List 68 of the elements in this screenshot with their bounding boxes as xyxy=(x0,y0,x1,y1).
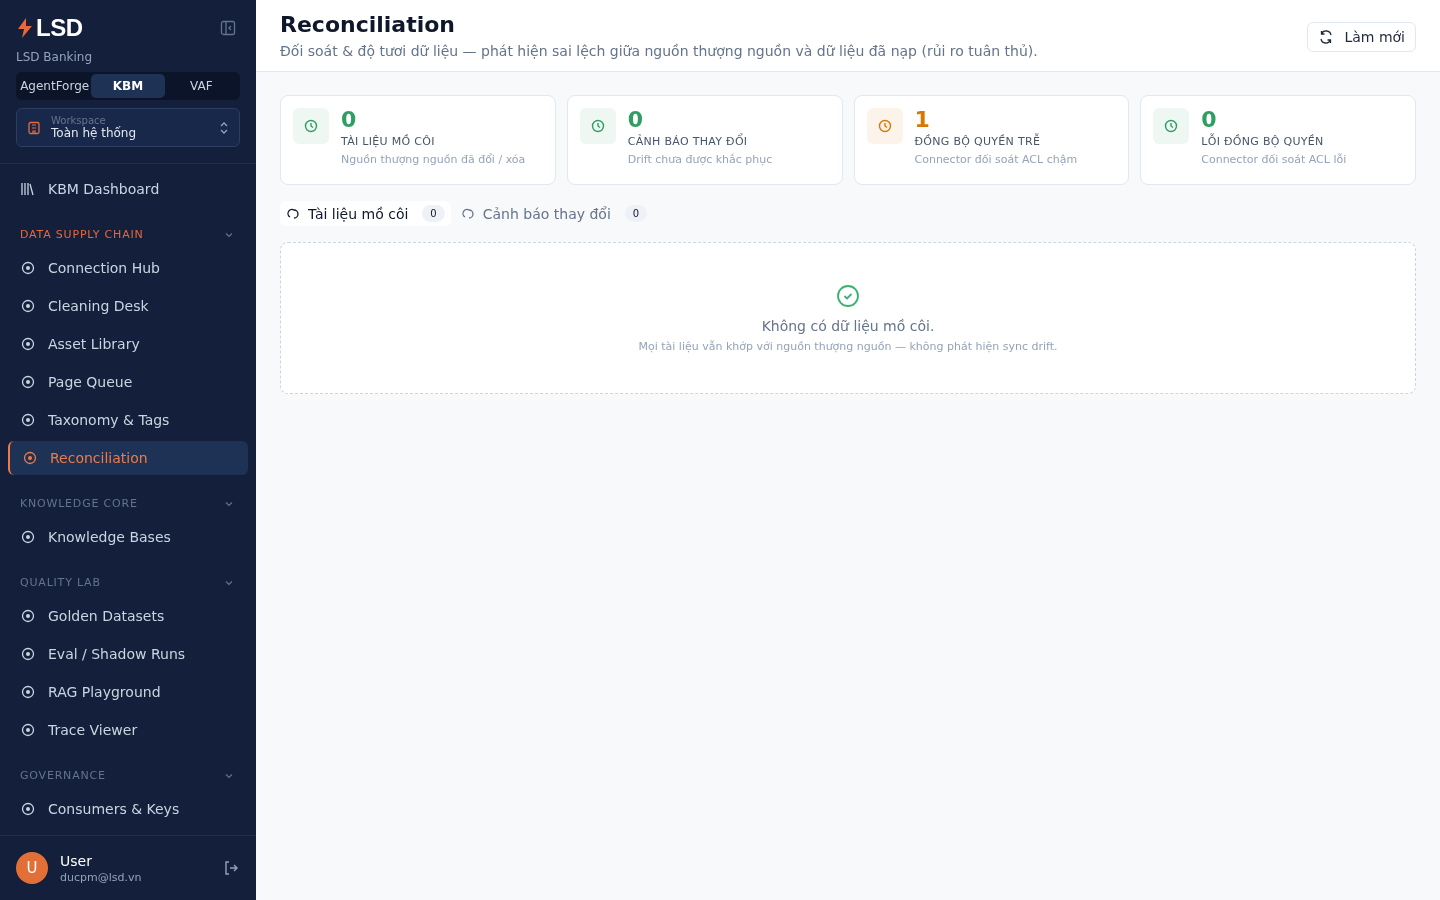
stat-value: 1 xyxy=(914,108,931,133)
product-tab[interactable]: VAF xyxy=(164,74,238,98)
nav-item[interactable]: Asset Library xyxy=(8,327,248,361)
target-icon xyxy=(20,374,36,390)
tab[interactable]: Tài liệu mồ côi 0 xyxy=(280,201,451,226)
user-avatar: U xyxy=(16,852,48,884)
nav-item[interactable]: Eval / Shadow Runs xyxy=(8,637,248,671)
user-email: ducpm@lsd.vn xyxy=(60,870,143,884)
section-title: DATA SUPPLY CHAIN xyxy=(20,228,144,241)
nav-item[interactable]: RAG Playground xyxy=(8,675,248,709)
nav-item[interactable]: Knowledge Bases xyxy=(8,520,248,554)
workspace-select[interactable]: Workspace Toàn hệ thống xyxy=(16,108,240,147)
building-icon xyxy=(27,120,41,135)
nav-item[interactable]: Reconciliation xyxy=(8,441,248,475)
tab[interactable]: Cảnh báo thay đổi 0 xyxy=(454,201,654,226)
nav-item[interactable]: KBM Dashboard xyxy=(8,172,248,206)
stat-label: ĐỒNG BỘ QUYỀN TRỄ xyxy=(914,135,1042,149)
target-icon xyxy=(20,608,36,624)
clock-icon xyxy=(1163,118,1180,134)
books-icon xyxy=(20,181,36,197)
stat-value: 0 xyxy=(341,108,358,133)
nav-item[interactable]: Connection Hub xyxy=(8,251,248,285)
section-title: GOVERNANCE xyxy=(20,769,106,782)
empty-text: Mọi tài liệu vẫn khớp với nguồn thượng nguồn — không phát hiện sync drift. xyxy=(638,339,1058,353)
nav-item[interactable]: Golden Datasets xyxy=(8,599,248,633)
target-icon xyxy=(20,260,36,276)
user-name: User xyxy=(60,852,93,869)
stat-hint: Connector đối soát ACL lỗi xyxy=(1201,153,1347,167)
product-tab[interactable]: KBM xyxy=(91,74,165,98)
stat-value: 0 xyxy=(627,108,645,133)
clock-icon xyxy=(876,118,893,134)
section-title: KNOWLEDGE CORE xyxy=(20,497,138,510)
product-tab[interactable]: AgentForge xyxy=(18,74,92,98)
chevron-updown-icon xyxy=(219,120,229,135)
stat-hint: Drift chưa được khắc phục xyxy=(627,153,773,167)
target-icon xyxy=(20,298,36,314)
clock-icon xyxy=(303,118,319,134)
nav-item[interactable]: Taxonomy & Tags xyxy=(8,403,248,437)
empty-title: Không có dữ liệu mồ côi. xyxy=(761,317,935,334)
brand-name: LSD xyxy=(36,14,83,42)
target-icon xyxy=(20,722,36,738)
collapse-sidebar-icon[interactable] xyxy=(220,20,236,36)
stat-hint: Nguồn thượng nguồn đã đổi / xóa xyxy=(341,153,526,167)
stat-hint: Connector đối soát ACL chậm xyxy=(914,153,1078,167)
stat-label: TÀI LIỆU MỒ CÔI xyxy=(341,135,436,149)
target-icon xyxy=(20,336,36,352)
refresh-button[interactable]: Làm mới xyxy=(1307,22,1416,52)
check-circle-icon xyxy=(836,283,860,308)
stat-label: LỖI ĐỒNG BỘ QUYỀN xyxy=(1201,135,1325,149)
target-icon xyxy=(20,801,36,817)
target-icon xyxy=(20,646,36,662)
nav-item[interactable]: Trace Viewer xyxy=(8,713,248,747)
stat-value: 0 xyxy=(1201,108,1218,133)
target-icon xyxy=(20,684,36,700)
clock-icon xyxy=(589,118,606,134)
nav-item[interactable]: Page Queue xyxy=(8,365,248,399)
logout-icon[interactable] xyxy=(222,859,240,877)
target-icon xyxy=(22,450,38,466)
target-icon xyxy=(20,529,36,545)
org-name: LSD Banking xyxy=(15,49,94,64)
nav-item[interactable]: Consumers & Keys xyxy=(8,792,248,826)
page-title: Reconciliation xyxy=(280,12,457,37)
target-icon xyxy=(20,412,36,428)
page-subtitle: Đối soát & độ tươi dữ liệu — phát hiện sai lệch giữa nguồn thượng nguồn và dữ liệu đã nạp (rủi ro tuân thủ). xyxy=(280,43,1038,59)
stat-label: CẢNH BÁO THAY ĐỔI xyxy=(627,135,749,149)
nav-item[interactable]: Cleaning Desk xyxy=(8,289,248,323)
section-title: QUALITY LAB xyxy=(20,576,101,589)
logo-bolt-icon xyxy=(16,17,34,39)
